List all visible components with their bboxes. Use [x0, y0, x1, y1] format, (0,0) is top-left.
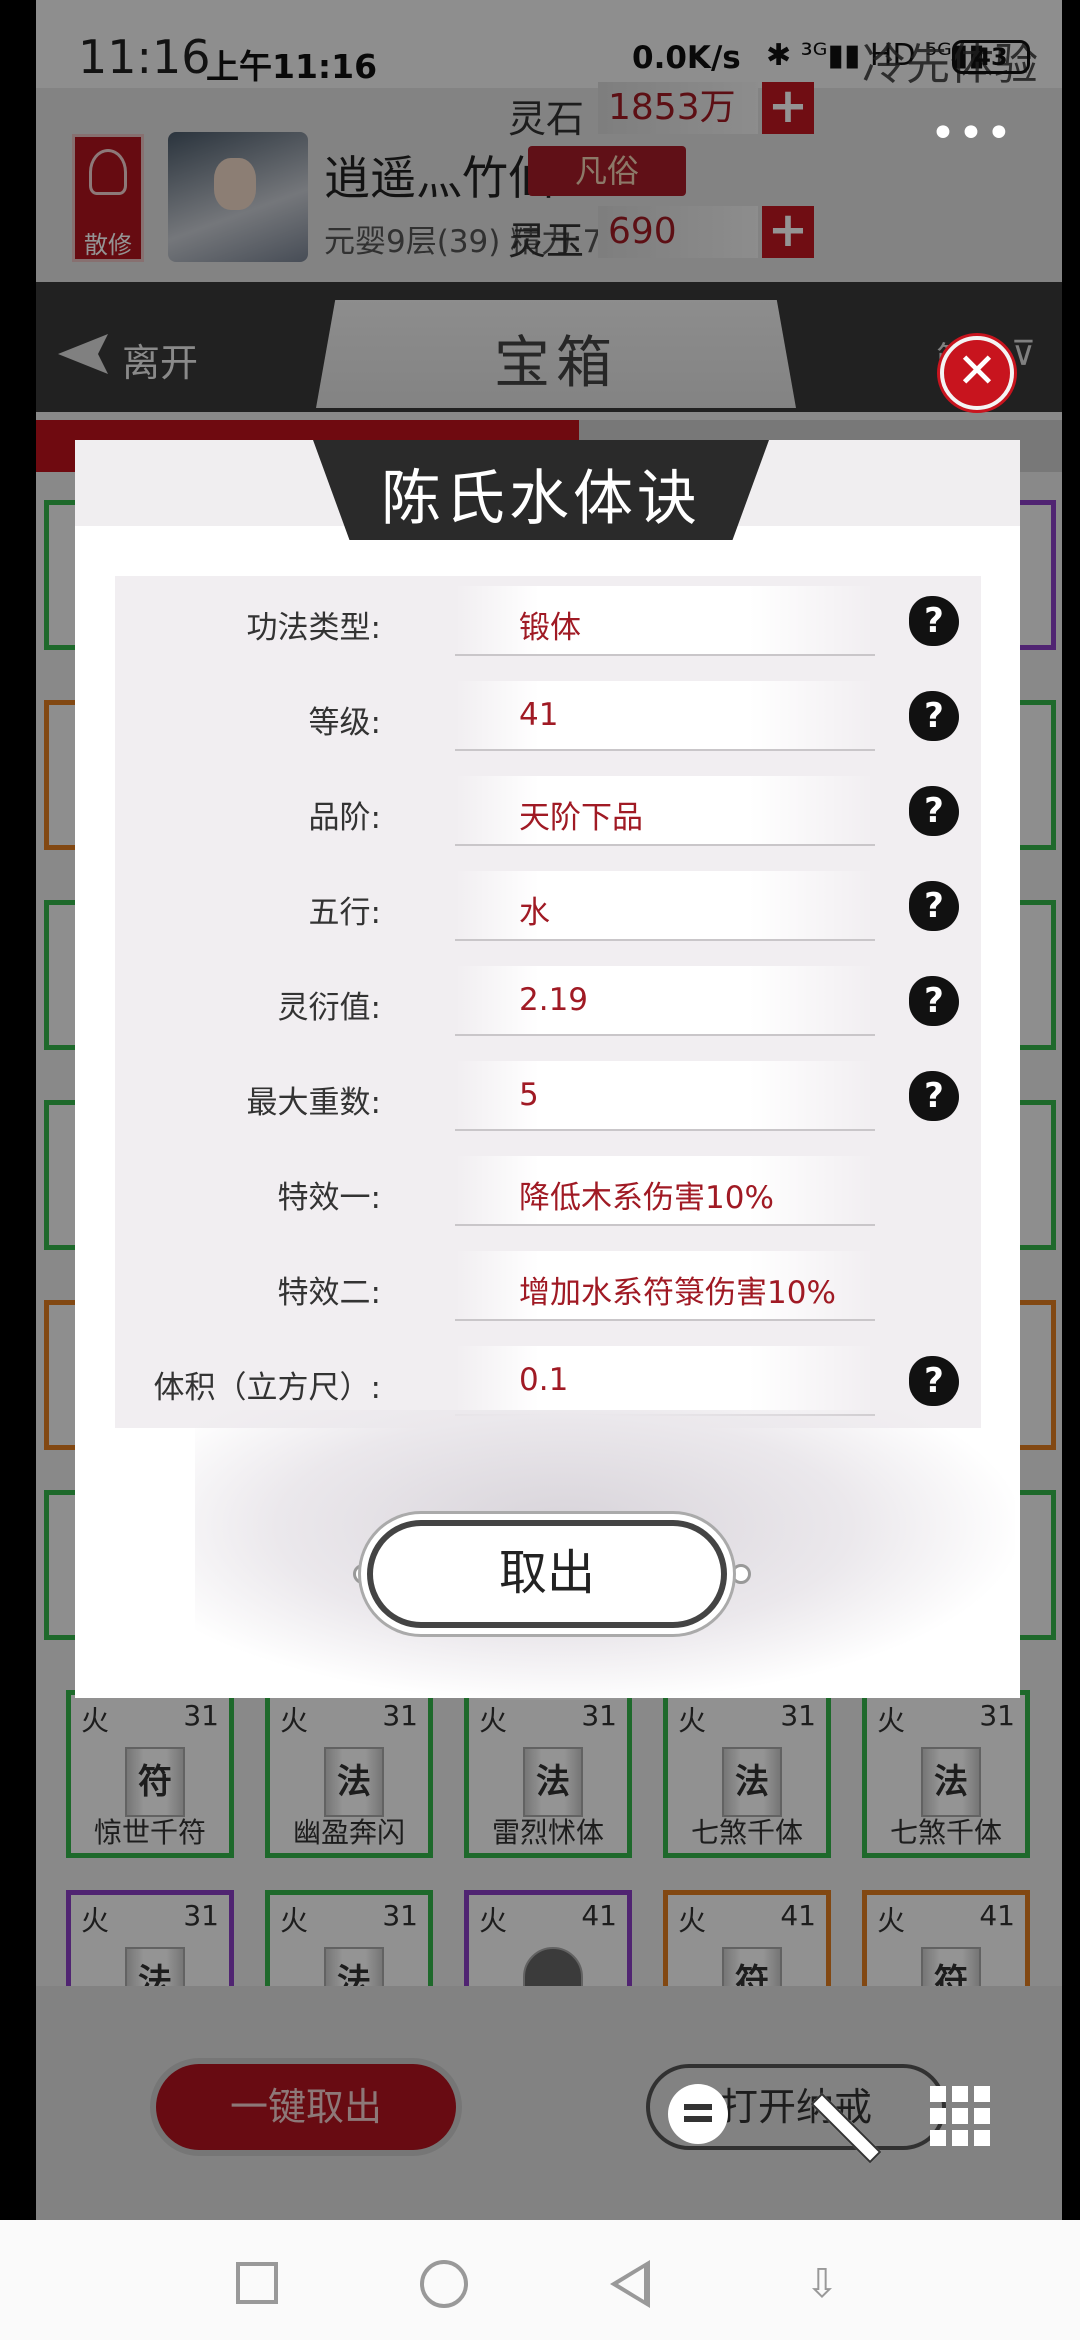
info-row-level: 等级: 41 ? — [115, 671, 981, 767]
help-icon[interactable]: ? — [909, 976, 959, 1026]
help-icon[interactable]: ? — [909, 786, 959, 836]
grid-cell — [930, 2108, 946, 2124]
help-icon[interactable]: ? — [909, 596, 959, 646]
info-value-bg — [455, 966, 875, 1036]
grid-cell — [952, 2108, 968, 2124]
info-value-bg — [455, 871, 875, 941]
info-label: 体积（立方尺）: — [153, 1370, 381, 1406]
more-menu-icon[interactable]: ••• — [930, 108, 1014, 159]
info-value: 41 — [519, 697, 559, 733]
info-value: 5 — [519, 1077, 539, 1113]
info-row-grade: 品阶: 天阶下品 ? — [115, 766, 981, 862]
recent-apps-icon[interactable] — [236, 2262, 278, 2304]
grid-cell — [974, 2086, 990, 2102]
grid-cell — [974, 2130, 990, 2146]
help-icon[interactable]: ? — [909, 1356, 959, 1406]
screen-edge-left — [0, 0, 36, 2220]
info-label: 灵衍值: — [277, 990, 381, 1026]
info-row-max-layers: 最大重数: 5 ? — [115, 1051, 981, 1147]
notification-pull-icon[interactable]: ⇩ — [800, 2260, 844, 2308]
button-ornament — [731, 1564, 751, 1584]
home-icon[interactable] — [420, 2260, 468, 2308]
info-row-effect-1: 特效一: 降低木系伤害10% — [115, 1146, 981, 1242]
help-icon[interactable]: ? — [909, 1071, 959, 1121]
grid-cell — [952, 2086, 968, 2102]
info-value: 降低木系伤害10% — [519, 1180, 774, 1216]
help-icon[interactable]: ? — [909, 881, 959, 931]
info-label: 最大重数: — [246, 1085, 381, 1121]
grid-cell — [930, 2130, 946, 2146]
chat-bubble-icon[interactable] — [668, 2084, 728, 2144]
grid-cell — [930, 2086, 946, 2102]
screen-edge-right — [1062, 0, 1080, 2220]
skill-info-panel[interactable]: 功法类型: 锻体 ? 等级: 41 ? 品阶: 天阶下品 ? 五行: 水 ? 灵… — [115, 576, 981, 1428]
android-nav-bar: ⇩ — [0, 2220, 1080, 2340]
info-row-type: 功法类型: 锻体 ? — [115, 576, 981, 672]
info-label: 功法类型: — [246, 610, 381, 646]
info-value: 锻体 — [519, 610, 581, 646]
info-value: 2.19 — [519, 982, 589, 1018]
close-modal-button[interactable]: ✕ — [940, 336, 1014, 410]
grid-cell — [952, 2130, 968, 2146]
info-value: 增加水系符箓伤害10% — [519, 1275, 836, 1311]
info-label: 特效二: — [277, 1275, 381, 1311]
info-value-bg — [455, 681, 875, 751]
info-row-spirit-value: 灵衍值: 2.19 ? — [115, 956, 981, 1052]
magic-wand-icon[interactable] — [808, 2086, 878, 2156]
info-value-bg — [455, 1346, 875, 1416]
info-label: 品阶: — [308, 800, 381, 836]
info-value-bg — [455, 1061, 875, 1131]
info-row-element: 五行: 水 ? — [115, 861, 981, 957]
grid-cell — [974, 2108, 990, 2124]
info-value: 0.1 — [519, 1362, 569, 1398]
help-icon[interactable]: ? — [909, 691, 959, 741]
back-icon[interactable] — [610, 2260, 652, 2308]
grid-menu-icon[interactable] — [930, 2086, 990, 2146]
info-value-bg — [455, 586, 875, 656]
info-row-effect-2: 特效二: 增加水系符箓伤害10% — [115, 1241, 981, 1337]
info-label: 五行: — [308, 895, 381, 931]
item-detail-modal: 陈氏水体诀 功法类型: 锻体 ? 等级: 41 ? 品阶: 天阶下品 ? 五行:… — [75, 440, 1020, 1700]
info-label: 特效一: — [277, 1180, 381, 1216]
modal-title: 陈氏水体诀 — [381, 464, 701, 534]
info-value-bg — [455, 776, 875, 846]
info-value: 天阶下品 — [519, 800, 643, 836]
take-out-button[interactable]: 取出 — [367, 1520, 727, 1628]
info-label: 等级: — [308, 705, 381, 741]
info-value: 水 — [519, 895, 550, 931]
